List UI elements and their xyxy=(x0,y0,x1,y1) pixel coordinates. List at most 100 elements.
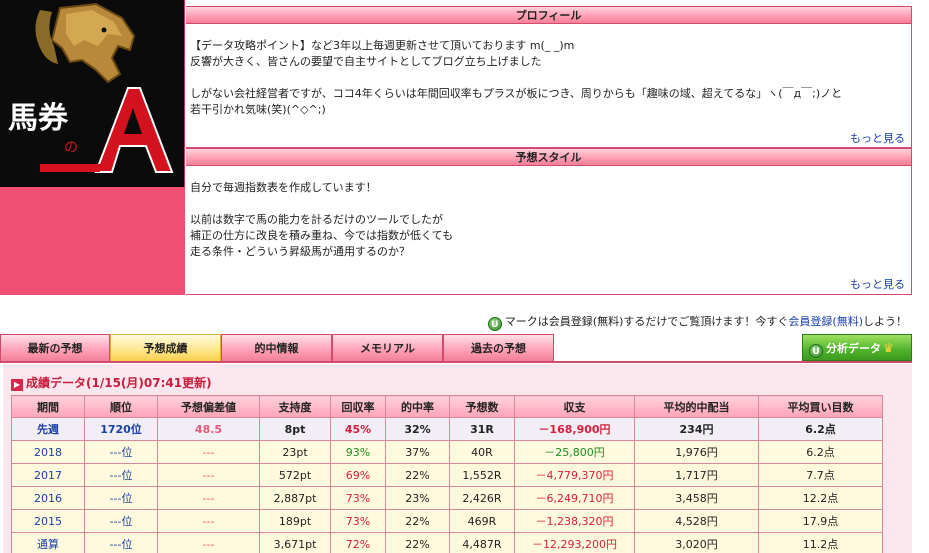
cell-avg-payout: 3,020円 xyxy=(634,532,759,553)
notice-text-after: しよう！ xyxy=(863,315,907,328)
style-header: 予想スタイル xyxy=(186,148,911,166)
style-line: 補正の仕方に改良を積み重ね、今では指数が低くても xyxy=(190,229,454,242)
table-header-row: 期間 順位 予想偏差値 支持度 回収率 的中率 予想数 収支 平均的中配当 平均… xyxy=(11,395,883,418)
cell-support: 572pt xyxy=(259,463,331,487)
cell-prediction-count: 31R xyxy=(449,417,515,441)
results-title-text: 成績データ(1/15(月)07:41更新) xyxy=(26,376,212,390)
profile-line: 若干引かれ気味(笑)(^◇^;) xyxy=(190,103,326,116)
cell-period[interactable]: 2016 xyxy=(11,486,85,510)
cell-avg-payout: 1,717円 xyxy=(634,463,759,487)
cell-hit-rate: 23% xyxy=(385,486,450,510)
cell-avg-bets: 12.2点 xyxy=(758,486,883,510)
cell-deviation: --- xyxy=(157,509,260,533)
cell-balance: －12,293,200円 xyxy=(514,532,635,553)
tab-analysis-data[interactable]: U 分析データ ♛ xyxy=(802,334,912,361)
cell-deviation: 48.5 xyxy=(157,417,260,441)
tab-analysis-label: 分析データ xyxy=(826,342,881,355)
cell-recovery-rate: 69% xyxy=(330,463,386,487)
col-avg-payout: 平均的中配当 xyxy=(634,395,759,418)
cell-prediction-count: 40R xyxy=(449,440,515,464)
cell-recovery-rate: 45% xyxy=(330,417,386,441)
cell-balance: －4,779,370円 xyxy=(514,463,635,487)
tab-hit-info[interactable]: 的中情報 xyxy=(221,334,332,361)
style-line: 走る条件・どういう昇級馬が通用するのか？ xyxy=(190,245,410,258)
cell-period[interactable]: 通算 xyxy=(11,532,85,553)
col-avg-bets: 平均買い目数 xyxy=(758,395,883,418)
profile-blank-line xyxy=(190,70,911,86)
cell-avg-payout: 1,976円 xyxy=(634,440,759,464)
profile-more-link[interactable]: もっと見る xyxy=(850,130,905,146)
profile-line: 反響が大きく、皆さんの要望で自主サイトとしてブログ立ち上げました xyxy=(190,55,542,68)
cell-prediction-count: 469R xyxy=(449,509,515,533)
cell-balance: －1,238,320円 xyxy=(514,509,635,533)
cell-support: 2,887pt xyxy=(259,486,331,510)
table-row: 2017 ---位 --- 572pt 69% 22% 1,552R －4,77… xyxy=(11,463,883,487)
style-blank-line xyxy=(190,196,911,212)
cell-hit-rate: 37% xyxy=(385,440,450,464)
tab-underline xyxy=(0,361,912,363)
cell-hit-rate: 22% xyxy=(385,463,450,487)
register-link[interactable]: 会員登録(無料) xyxy=(788,315,863,328)
profile-body: 【データ攻略ポイント】など3年以上毎週更新させて頂いております m(_ _)m … xyxy=(186,24,911,118)
tab-prediction-results[interactable]: 予想成績 xyxy=(110,334,221,361)
cell-avg-bets: 7.7点 xyxy=(758,463,883,487)
cell-prediction-count: 4,487R xyxy=(449,532,515,553)
cell-support: 8pt xyxy=(259,417,331,441)
table-row: 2018 ---位 --- 23pt 93% 37% 40R －25,800円 … xyxy=(11,440,883,464)
col-deviation: 予想偏差値 xyxy=(157,395,260,418)
cell-hit-rate: 22% xyxy=(385,509,450,533)
style-line: 以前は数字で馬の能力を計るだけのツールでしたが xyxy=(190,213,443,226)
cell-balance: －168,900円 xyxy=(514,417,635,441)
profile-section: プロフィール 【データ攻略ポイント】など3年以上毎週更新させて頂いております m… xyxy=(186,6,912,148)
cell-avg-bets: 11.2点 xyxy=(758,532,883,553)
col-prediction-count: 予想数 xyxy=(449,395,515,418)
cell-period[interactable]: 2015 xyxy=(11,509,85,533)
cell-rank: 1720位 xyxy=(84,417,158,441)
results-title: ▶ 成績データ(1/15(月)07:41更新) xyxy=(11,374,212,391)
cell-avg-payout: 4,528円 xyxy=(634,509,759,533)
cell-period[interactable]: 2017 xyxy=(11,463,85,487)
cell-hit-rate: 32% xyxy=(385,417,450,441)
profile-line: しがない会社経営者ですが、ココ4年くらいは年間回収率もプラスが板につき、周りから… xyxy=(190,87,843,100)
cell-hit-rate: 22% xyxy=(385,532,450,553)
cell-support: 3,671pt xyxy=(259,532,331,553)
play-icon: ▶ xyxy=(11,379,23,391)
tab-memorial[interactable]: メモリアル xyxy=(332,334,443,361)
col-period: 期間 xyxy=(11,395,85,418)
results-panel: ▶ 成績データ(1/15(月)07:41更新) 期間 順位 予想偏差値 支持度 回… xyxy=(3,364,912,553)
crown-icon: ♛ xyxy=(883,341,894,355)
cell-avg-bets: 17.9点 xyxy=(758,509,883,533)
cell-balance: －25,800円 xyxy=(514,440,635,464)
col-balance: 収支 xyxy=(514,395,635,418)
cell-recovery-rate: 73% xyxy=(330,509,386,533)
tab-bar: 最新の予想 予想成績 的中情報 メモリアル 過去の予想 U 分析データ ♛ xyxy=(0,334,912,361)
logo-text-main: 馬券 xyxy=(8,101,69,136)
cell-rank: ---位 xyxy=(84,509,158,533)
cell-deviation: --- xyxy=(157,486,260,510)
cell-rank: ---位 xyxy=(84,532,158,553)
horse-logo-graphic: 馬券 の xyxy=(0,0,184,187)
cell-period[interactable]: 先週 xyxy=(11,417,85,441)
style-more-link[interactable]: もっと見る xyxy=(850,276,905,292)
member-notice: U マークは会員登録(無料)するだけでご覧頂けます！今すぐ会員登録(無料)しよう！ xyxy=(487,313,907,331)
prediction-style-section: 予想スタイル 自分で毎週指数表を作成しています！ 以前は数字で馬の能力を計るだけ… xyxy=(186,148,912,295)
cell-balance: －6,249,710円 xyxy=(514,486,635,510)
cell-recovery-rate: 72% xyxy=(330,532,386,553)
col-recovery-rate: 回収率 xyxy=(330,395,386,418)
col-support: 支持度 xyxy=(259,395,331,418)
cell-avg-payout: 3,458円 xyxy=(634,486,759,510)
notice-text-before: マークは会員登録(無料)するだけでご覧頂けます！今すぐ xyxy=(504,315,789,328)
tab-past-predictions[interactable]: 過去の予想 xyxy=(443,334,554,361)
profile-header: プロフィール xyxy=(186,6,911,24)
cell-recovery-rate: 73% xyxy=(330,486,386,510)
col-rank: 順位 xyxy=(84,395,158,418)
table-row-last-week: 先週 1720位 48.5 8pt 45% 32% 31R －168,900円 … xyxy=(11,417,883,441)
cell-support: 23pt xyxy=(259,440,331,464)
logo-text-small: の xyxy=(64,140,78,156)
tab-latest-prediction[interactable]: 最新の予想 xyxy=(0,334,110,361)
cell-rank: ---位 xyxy=(84,463,158,487)
cell-avg-bets: 6.2点 xyxy=(758,417,883,441)
table-row: 2016 ---位 --- 2,887pt 73% 23% 2,426R －6,… xyxy=(11,486,883,510)
cell-period[interactable]: 2018 xyxy=(11,440,85,464)
site-logo: 馬券 の xyxy=(0,0,185,187)
